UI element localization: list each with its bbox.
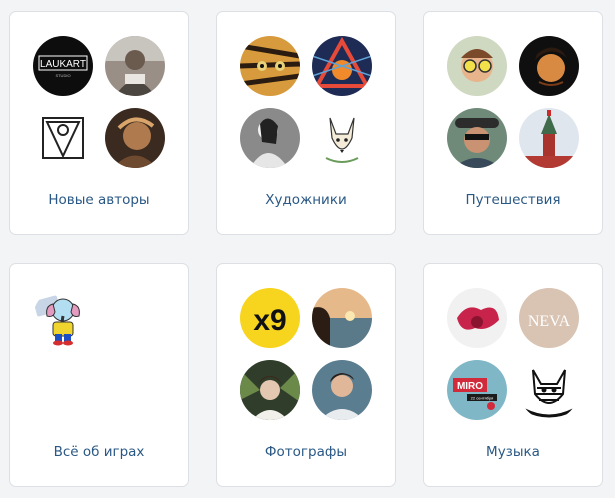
category-card-artists[interactable]: Художники <box>216 11 396 235</box>
elephant-mascot-avatar[interactable] <box>33 288 93 348</box>
traveler-avatar[interactable] <box>519 36 579 96</box>
svg-text:STUDIO: STUDIO <box>55 73 70 78</box>
person-photo-icon <box>519 36 579 96</box>
category-card-games[interactable]: Всё об играх <box>9 263 189 487</box>
kremlin-tower-avatar[interactable] <box>519 108 579 168</box>
laukart-logo-icon: LAUKART STUDIO <box>33 36 93 96</box>
person-photo-icon <box>240 360 300 420</box>
svg-text:LAUKART: LAUKART <box>40 59 86 70</box>
person-photo-icon <box>312 360 372 420</box>
category-label: Всё об играх <box>53 444 145 460</box>
category-card-new-authors[interactable]: LAUKART STUDIO Новые авторы <box>9 11 189 235</box>
elephant-mascot-icon <box>33 288 93 348</box>
avatar-group: LAUKART STUDIO <box>33 36 173 176</box>
svg-text:22 сентября: 22 сентября <box>471 396 494 401</box>
x9-logo-avatar[interactable]: x9 <box>240 288 300 348</box>
avatar-group: x9 <box>240 288 380 428</box>
abstract-art-icon <box>312 36 372 96</box>
kremlin-tower-icon <box>519 108 579 168</box>
svg-text:NEVA: NEVA <box>528 313 571 330</box>
svg-text:MIRO: MIRO <box>457 381 483 392</box>
category-card-travel[interactable]: Путешествия <box>423 11 603 235</box>
person-photo-icon <box>447 36 507 96</box>
triangle-logo-avatar[interactable] <box>33 108 93 168</box>
author-avatar[interactable] <box>105 36 165 96</box>
category-label: Художники <box>265 192 347 208</box>
avatar-group <box>240 36 380 176</box>
cat-sketch-avatar[interactable] <box>519 360 579 420</box>
photographer-avatar[interactable] <box>312 360 372 420</box>
avatar-group: NEVA MIRO 22 сентября <box>447 288 587 428</box>
dog-sketch-icon <box>312 108 372 168</box>
category-card-music[interactable]: NEVA MIRO 22 сентября Музыка <box>423 263 603 487</box>
avatar-group <box>33 288 173 428</box>
person-photo-icon <box>105 36 165 96</box>
traveler-avatar[interactable] <box>447 36 507 96</box>
music-photo-avatar[interactable] <box>447 288 507 348</box>
category-label: Путешествия <box>465 192 561 208</box>
person-photo-icon <box>105 108 165 168</box>
category-label: Музыка <box>486 444 540 460</box>
category-card-photographers[interactable]: x9 Фотографы <box>216 263 396 487</box>
music-photo-icon <box>447 288 507 348</box>
drawing-art-icon <box>240 108 300 168</box>
category-label: Фотографы <box>264 444 348 460</box>
tiger-art-icon <box>240 36 300 96</box>
svg-text:x9: x9 <box>253 304 286 337</box>
avatar-group <box>447 36 587 176</box>
category-label: Новые авторы <box>48 192 150 208</box>
cat-sketch-icon <box>519 360 579 420</box>
triangle-logo-icon <box>33 108 93 168</box>
neva-logo-icon: NEVA <box>519 288 579 348</box>
x9-logo-icon: x9 <box>240 288 300 348</box>
neva-logo-avatar[interactable]: NEVA <box>519 288 579 348</box>
tiger-art-avatar[interactable] <box>240 36 300 96</box>
sunset-photo-icon <box>312 288 372 348</box>
dog-sketch-avatar[interactable] <box>312 108 372 168</box>
abstract-art-avatar[interactable] <box>312 36 372 96</box>
catalog-grid: LAUKART STUDIO Новые авторы Художники Пу… <box>0 0 615 498</box>
miro-poster-avatar[interactable]: MIRO 22 сентября <box>447 360 507 420</box>
photographer-avatar[interactable] <box>240 360 300 420</box>
laukart-logo-avatar[interactable]: LAUKART STUDIO <box>33 36 93 96</box>
traveler-avatar[interactable] <box>447 108 507 168</box>
sunset-photo-avatar[interactable] <box>312 288 372 348</box>
person-photo-icon <box>447 108 507 168</box>
miro-poster-icon: MIRO 22 сентября <box>447 360 507 420</box>
drawing-art-avatar[interactable] <box>240 108 300 168</box>
author-avatar[interactable] <box>105 108 165 168</box>
